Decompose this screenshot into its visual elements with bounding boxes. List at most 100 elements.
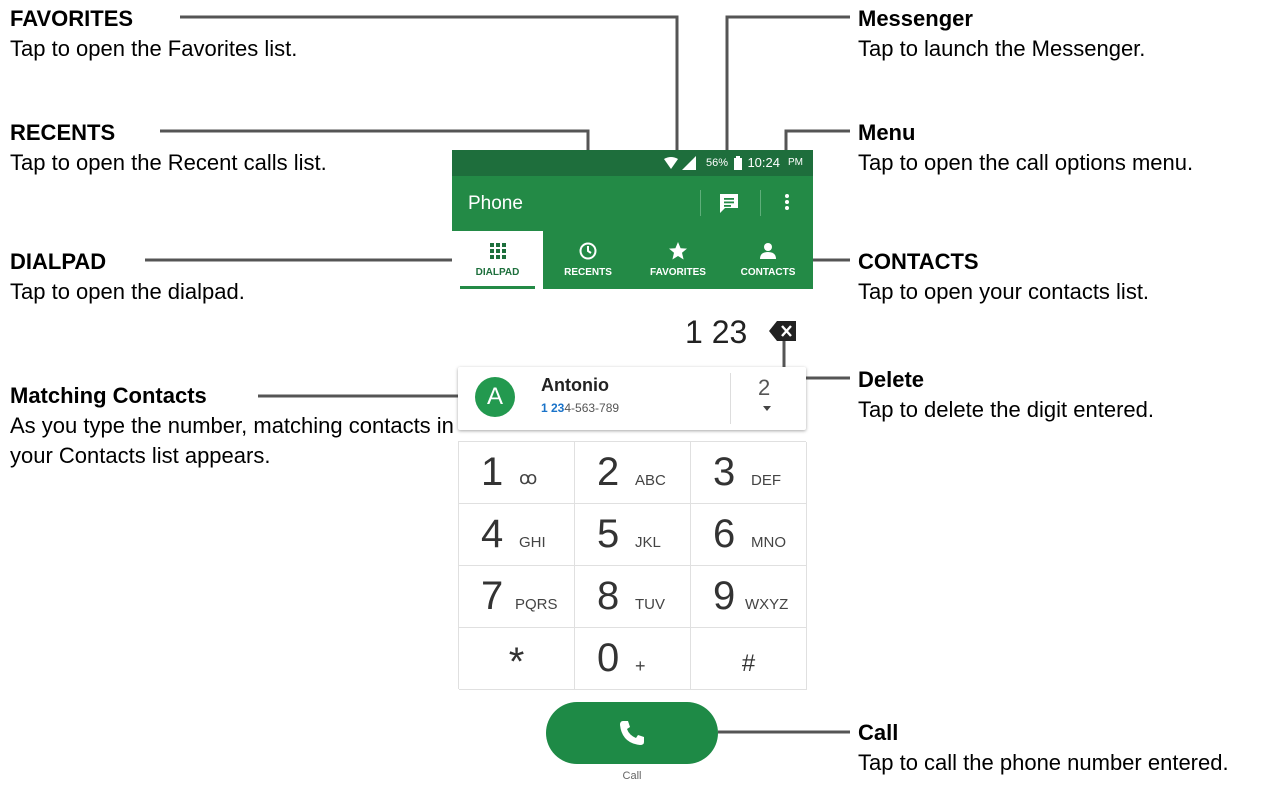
tab-label: DIALPAD: [475, 267, 520, 278]
key-digit: #: [741, 650, 756, 677]
key-letters: TUV: [635, 596, 665, 613]
key-9[interactable]: 9 WXYZ: [691, 566, 807, 628]
app-bar-divider: [700, 190, 701, 216]
tab-recents[interactable]: RECENTS: [543, 231, 633, 289]
key-digit: 9: [713, 574, 736, 618]
callout-contacts: CONTACTS Tap to open your contacts list.: [858, 247, 1149, 307]
call-label: Call: [622, 770, 642, 782]
tab-label: FAVORITES: [650, 267, 706, 278]
callout-delete: Delete Tap to delete the digit entered.: [858, 365, 1154, 425]
contact-number-rest: 4-563-789: [564, 401, 620, 415]
callout-desc: Tap to open the Favorites list.: [10, 36, 298, 61]
signal-icon: [682, 156, 696, 170]
callout-desc: Tap to open your contacts list.: [858, 279, 1150, 304]
active-tab-indicator: [460, 286, 535, 289]
callout-title: Messenger: [858, 6, 973, 31]
matching-contact-card[interactable]: A Antonio 1 234-563-789 2: [458, 367, 806, 430]
callout-favorites: FAVORITES Tap to open the Favorites list…: [10, 4, 297, 64]
key-0[interactable]: 0 +: [575, 628, 691, 690]
key-3[interactable]: 3 DEF: [691, 442, 807, 504]
callout-recents: RECENTS Tap to open the Recent calls lis…: [10, 118, 327, 178]
callout-title: FAVORITES: [10, 6, 134, 31]
key-letters: JKL: [635, 534, 661, 551]
key-digit: 2: [597, 450, 620, 494]
key-hash[interactable]: #: [691, 628, 807, 690]
callout-title: Menu: [858, 120, 916, 145]
key-letters: WXYZ: [745, 596, 789, 613]
callout-matching-contacts: Matching Contacts As you type the number…: [10, 381, 470, 471]
callout-title: Matching Contacts: [10, 383, 207, 408]
chevron-down-icon[interactable]: [763, 406, 771, 411]
callout-desc: Tap to launch the Messenger.: [858, 36, 1146, 61]
star-icon: [669, 242, 687, 260]
messenger-button[interactable]: [714, 188, 744, 218]
key-digit: 4: [481, 512, 504, 556]
key-4[interactable]: 4 GHI: [459, 504, 575, 566]
clock-icon: [579, 242, 597, 260]
key-2[interactable]: 2 ABC: [575, 442, 691, 504]
key-digit: 6: [713, 512, 736, 556]
callout-desc: Tap to open the Recent calls list.: [10, 150, 327, 175]
callout-desc: Tap to delete the digit entered.: [858, 397, 1154, 422]
clock-ampm: PM: [788, 157, 803, 168]
callout-desc: Tap to open the dialpad.: [10, 279, 245, 304]
key-7[interactable]: 7 PQRS: [459, 566, 575, 628]
dialpad-keypad: 1ꝏ 2 ABC 3 DEF 4 GHI 5 JKL 6 MNO 7 PQRS 8 TUV 9…: [458, 441, 807, 690]
battery-percent: 56%: [706, 157, 729, 169]
key-letters: PQRS: [515, 596, 558, 613]
key-letters: +: [635, 656, 646, 676]
tab-favorites[interactable]: FAVORITES: [633, 231, 723, 289]
status-bar: 56% 10:24 PM: [452, 150, 813, 176]
key-5[interactable]: 5 JKL: [575, 504, 691, 566]
dialpad-icon: [489, 243, 506, 259]
callout-desc: As you type the number, matching contact…: [10, 413, 454, 468]
phone-icon: [620, 721, 644, 745]
call-button[interactable]: [546, 702, 718, 764]
key-star[interactable]: *: [459, 628, 575, 690]
key-letters: DEF: [751, 472, 781, 489]
battery-icon: [734, 156, 742, 170]
app-title: Phone: [468, 193, 523, 214]
contact-number-match: 1 23: [541, 401, 565, 415]
tab-label: CONTACTS: [740, 267, 796, 278]
person-icon: [760, 243, 776, 259]
match-count[interactable]: 2: [758, 375, 770, 401]
key-digit: 8: [597, 574, 620, 618]
key-letters: MNO: [751, 534, 786, 551]
tab-dialpad[interactable]: DIALPAD: [452, 231, 543, 289]
app-bar-divider: [760, 190, 761, 216]
callout-title: Call: [858, 720, 899, 745]
key-digit: 5: [597, 512, 620, 556]
wifi-icon: [664, 157, 678, 169]
tab-label: RECENTS: [564, 267, 612, 278]
dialed-number[interactable]: 1 23: [685, 314, 747, 351]
app-bar: Phone: [452, 176, 813, 231]
message-icon: [720, 194, 738, 213]
callout-menu: Menu Tap to open the call options menu.: [858, 118, 1193, 178]
key-digit: 3: [713, 450, 736, 494]
callout-title: Delete: [858, 367, 925, 392]
clock-time: 10:24: [747, 155, 780, 170]
callout-title: DIALPAD: [10, 249, 107, 274]
key-8[interactable]: 8 TUV: [575, 566, 691, 628]
callout-title: RECENTS: [10, 120, 116, 145]
callout-dialpad: DIALPAD Tap to open the dialpad.: [10, 247, 245, 307]
key-digit: 1: [481, 450, 504, 494]
key-digit: 7: [481, 574, 504, 618]
more-vert-icon: [785, 194, 789, 210]
callout-messenger: Messenger Tap to launch the Messenger.: [858, 4, 1145, 64]
key-1[interactable]: 1ꝏ: [459, 442, 575, 504]
voicemail-icon: ꝏ: [519, 468, 538, 488]
callout-desc: Tap to call the phone number entered.: [858, 750, 1229, 775]
callout-title: CONTACTS: [858, 249, 979, 274]
tab-contacts[interactable]: CONTACTS: [723, 231, 813, 289]
menu-button[interactable]: [772, 188, 802, 218]
key-digit: *: [508, 640, 525, 684]
key-6[interactable]: 6 MNO: [691, 504, 807, 566]
delete-button[interactable]: [768, 319, 798, 348]
card-divider: [730, 373, 731, 424]
key-letters: GHI: [519, 534, 546, 551]
avatar: A: [475, 377, 515, 417]
tab-bar: DIALPAD RECENTS FAVORITES CONTACTS: [452, 231, 813, 289]
key-digit: 0: [597, 636, 620, 680]
